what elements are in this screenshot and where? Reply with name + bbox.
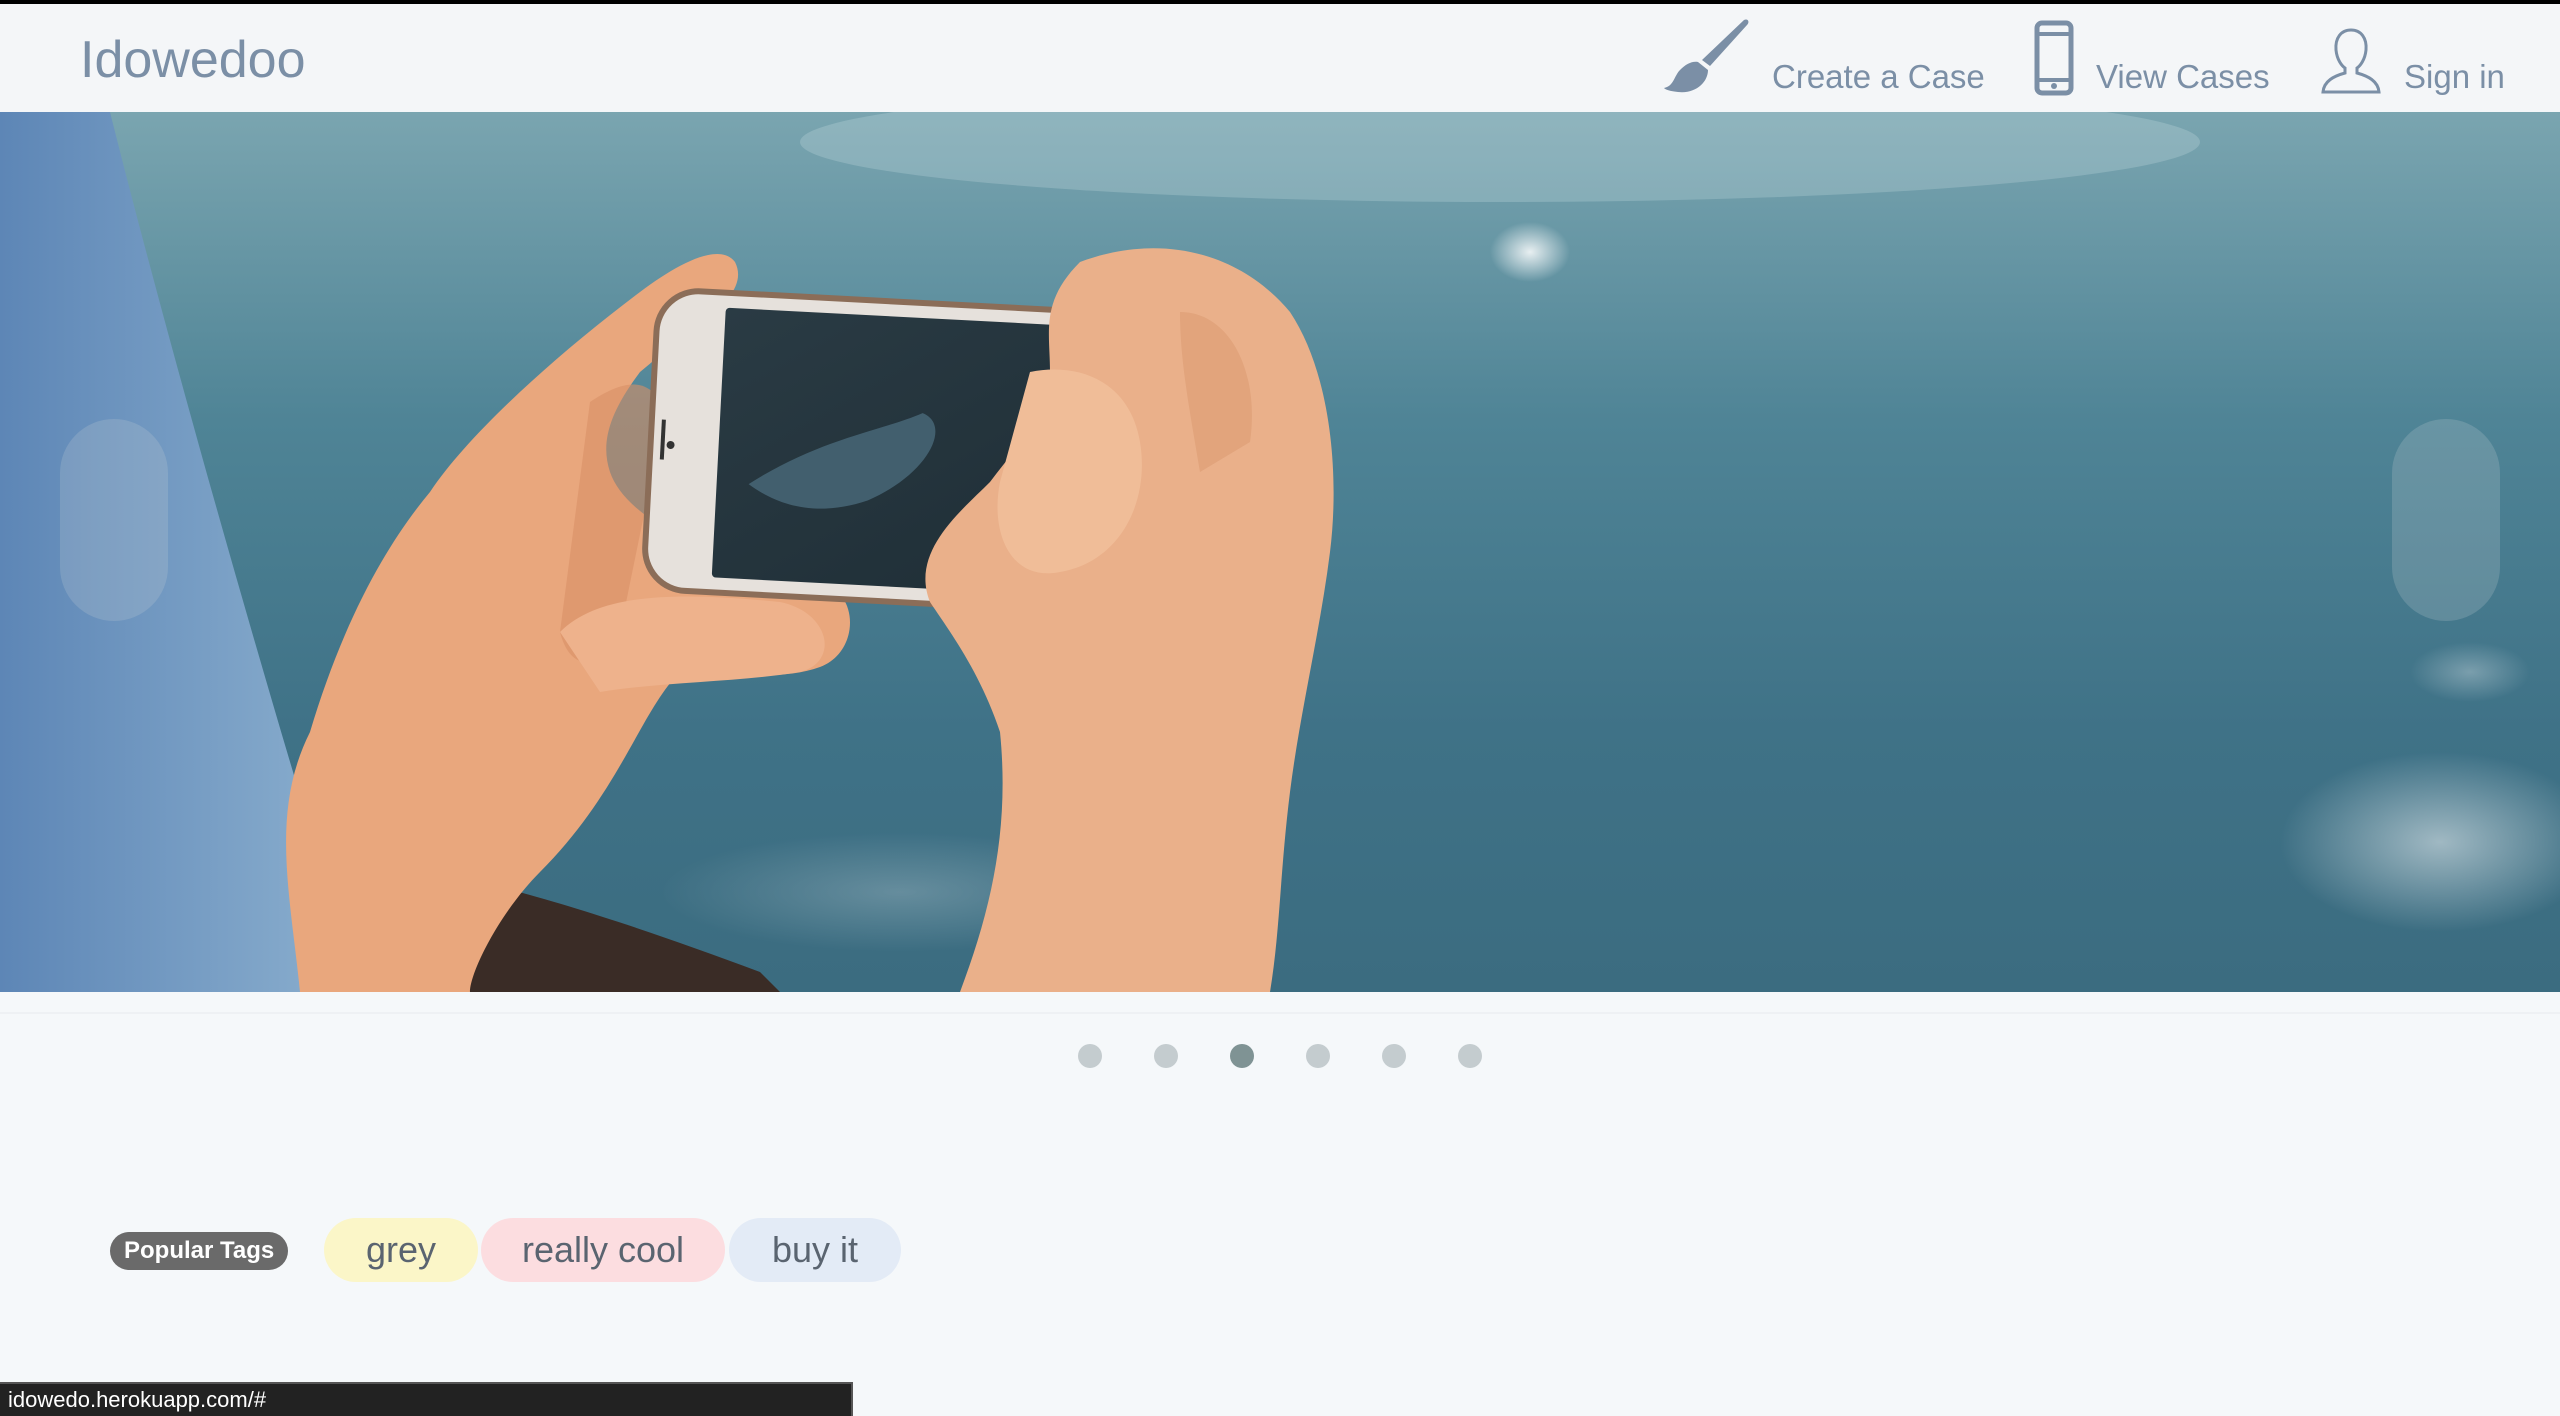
carousel-next-button[interactable] bbox=[2392, 419, 2500, 621]
tag-pill[interactable]: buy it bbox=[729, 1218, 901, 1282]
popular-tags-label: Popular Tags bbox=[110, 1232, 289, 1270]
top-navbar: Idowedoo Create a Case View Cases Sign i… bbox=[0, 4, 2560, 112]
hero-image bbox=[0, 112, 2560, 992]
carousel-dot[interactable] bbox=[1306, 1044, 1330, 1068]
nav-view-cases-label: View Cases bbox=[2096, 58, 2270, 95]
carousel-dot[interactable] bbox=[1078, 1044, 1102, 1068]
carousel-dot[interactable] bbox=[1458, 1044, 1482, 1068]
phone-icon bbox=[2034, 20, 2074, 104]
nav-create-case[interactable]: Create a Case bbox=[1664, 14, 1985, 104]
carousel-prev-button[interactable] bbox=[60, 419, 168, 621]
carousel-dot[interactable] bbox=[1154, 1044, 1178, 1068]
carousel-dot[interactable] bbox=[1382, 1044, 1406, 1068]
nav-view-cases[interactable]: View Cases bbox=[2034, 14, 2270, 104]
nav-create-case-label: Create a Case bbox=[1772, 58, 1985, 95]
divider bbox=[0, 1012, 2560, 1014]
tag-pill[interactable]: really cool bbox=[481, 1218, 725, 1282]
tag-pill[interactable]: grey bbox=[324, 1218, 478, 1282]
brand-logo[interactable]: Idowedoo bbox=[80, 30, 306, 90]
browser-status-bar: idowedo.herokuapp.com/# bbox=[0, 1382, 853, 1416]
user-icon bbox=[2320, 26, 2382, 104]
carousel-dot[interactable] bbox=[1230, 1044, 1254, 1068]
nav-sign-in-label: Sign in bbox=[2404, 58, 2505, 95]
hero-carousel bbox=[0, 112, 2560, 992]
paintbrush-icon bbox=[1664, 16, 1750, 104]
nav-sign-in[interactable]: Sign in bbox=[2320, 14, 2505, 104]
